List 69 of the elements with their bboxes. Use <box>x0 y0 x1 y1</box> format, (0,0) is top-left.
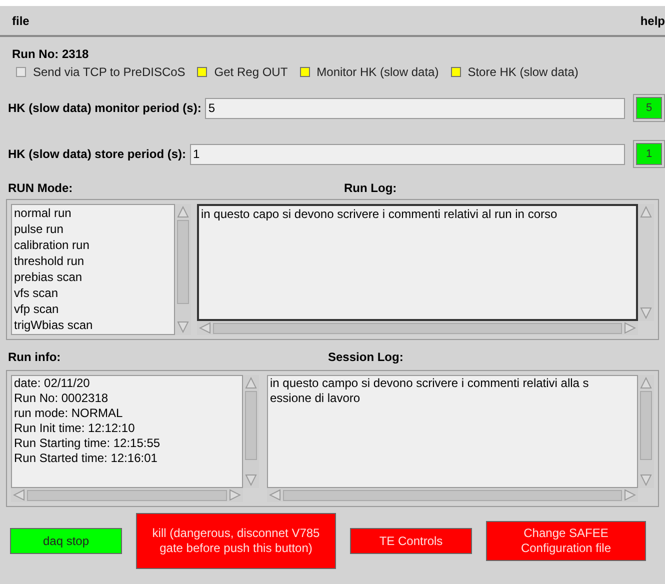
horizontal-scrollbar[interactable] <box>11 488 243 502</box>
scroll-down-arrow-icon[interactable] <box>245 474 257 486</box>
period-input-field[interactable]: 5 <box>205 98 625 118</box>
apply-period-button[interactable]: 5 <box>636 97 662 119</box>
scroll-left-arrow-icon[interactable] <box>199 322 211 334</box>
run-log-text-area[interactable]: in questo capo si devono scrivere i commenti relativi al run in corso <box>197 204 638 321</box>
run-info-line: date: 02/11/20 <box>14 376 91 391</box>
scroll-up-arrow-icon[interactable] <box>245 377 257 389</box>
scroll-down-arrow-icon[interactable] <box>640 474 652 486</box>
scrollbar-thumb[interactable] <box>283 490 622 500</box>
run-mode-item[interactable]: calibration run <box>14 237 172 253</box>
run-mode-item[interactable]: prebias scan <box>14 269 172 285</box>
section-title: Session Log: <box>328 349 404 366</box>
scroll-up-arrow-icon[interactable] <box>177 206 189 218</box>
run-info-text-area[interactable]: date: 02/11/20 Run No: 0002318 run mode: NORMAL Run Init time: 12:12:10 Run Starting time: 12:15:55 Run Started time: 12:16:01 <box>11 375 243 488</box>
run-info-line: run mode: NORMAL <box>14 406 124 421</box>
checkbox-label: Monitor HK (slow data) <box>316 64 439 81</box>
run-info-line: Run Init time: 12:12:10 <box>14 421 136 436</box>
checkbox-label: Store HK (slow data) <box>468 64 578 81</box>
scroll-right-arrow-icon[interactable] <box>624 322 636 334</box>
vertical-scrollbar[interactable] <box>638 375 654 488</box>
section-title: Run Log: <box>344 180 397 197</box>
section-title: Run info: <box>7 349 62 366</box>
horizontal-scrollbar[interactable] <box>197 321 638 335</box>
run-mode-item[interactable]: vfp scan <box>14 301 172 317</box>
scroll-right-arrow-icon[interactable] <box>229 489 241 501</box>
period-input-field[interactable]: 1 <box>190 144 625 164</box>
action-button[interactable]: daq stop <box>10 528 122 554</box>
run-number-label: Run No: 2318 <box>12 47 89 61</box>
run-mode-item[interactable]: pulse run <box>14 221 172 237</box>
menu-item[interactable]: file <box>12 12 30 30</box>
run-info-line: Run Started time: 12:16:01 <box>14 451 158 466</box>
run-mode-item[interactable]: vfs scan <box>14 285 172 301</box>
scroll-down-arrow-icon[interactable] <box>640 307 652 319</box>
scroll-up-arrow-icon[interactable] <box>640 206 652 218</box>
run-mode-list[interactable]: normal run pulse run calibration run threshold run prebias scan vfs scan vfp scan trigWbias scan <box>11 204 175 335</box>
session-log-text-area[interactable]: in questo campo si devono scrivere i commenti relativi alla s essione di lavoro <box>267 375 638 488</box>
scrollbar-thumb[interactable] <box>640 391 652 460</box>
checkbox[interactable] <box>300 67 310 77</box>
run-info-line: Run No: 0002318 <box>14 391 110 406</box>
scroll-up-arrow-icon[interactable] <box>640 377 652 389</box>
scroll-left-arrow-icon[interactable] <box>13 489 25 501</box>
scrollbar-thumb[interactable] <box>27 490 227 500</box>
checkbox-label: Get Reg OUT <box>214 64 288 81</box>
scrollbar-thumb[interactable] <box>213 322 622 334</box>
scroll-down-arrow-icon[interactable] <box>177 321 189 333</box>
checkbox[interactable] <box>16 67 26 77</box>
session-log-line: essione di lavoro <box>270 391 362 406</box>
scroll-left-arrow-icon[interactable] <box>269 489 281 501</box>
run-mode-item[interactable]: normal run <box>14 205 172 221</box>
menu-item[interactable]: help <box>640 12 665 30</box>
run-info-line: Run Starting time: 12:15:55 <box>14 436 162 451</box>
vertical-scrollbar[interactable] <box>638 204 654 321</box>
checkbox[interactable] <box>197 67 208 77</box>
period-label: HK (slow data) monitor period (s): <box>8 100 202 117</box>
scrollbar-thumb[interactable] <box>245 391 257 460</box>
checkbox-label: Send via TCP to PreDISCoS <box>33 64 186 81</box>
section-title: RUN Mode: <box>7 180 74 197</box>
run-mode-item[interactable]: trigWbias scan <box>14 317 172 333</box>
horizontal-scrollbar[interactable] <box>267 488 638 502</box>
apply-period-button[interactable]: 1 <box>636 143 662 165</box>
scrollbar-thumb[interactable] <box>177 220 189 304</box>
run-mode-item[interactable]: threshold run <box>14 253 172 269</box>
checkbox[interactable] <box>450 67 461 77</box>
session-log-line: in questo campo si devono scrivere i commenti relativi alla s <box>270 376 590 391</box>
scroll-right-arrow-icon[interactable] <box>624 489 636 501</box>
vertical-scrollbar[interactable] <box>175 204 191 335</box>
period-label: HK (slow data) store period (s): <box>8 146 186 163</box>
vertical-scrollbar[interactable] <box>243 375 259 488</box>
